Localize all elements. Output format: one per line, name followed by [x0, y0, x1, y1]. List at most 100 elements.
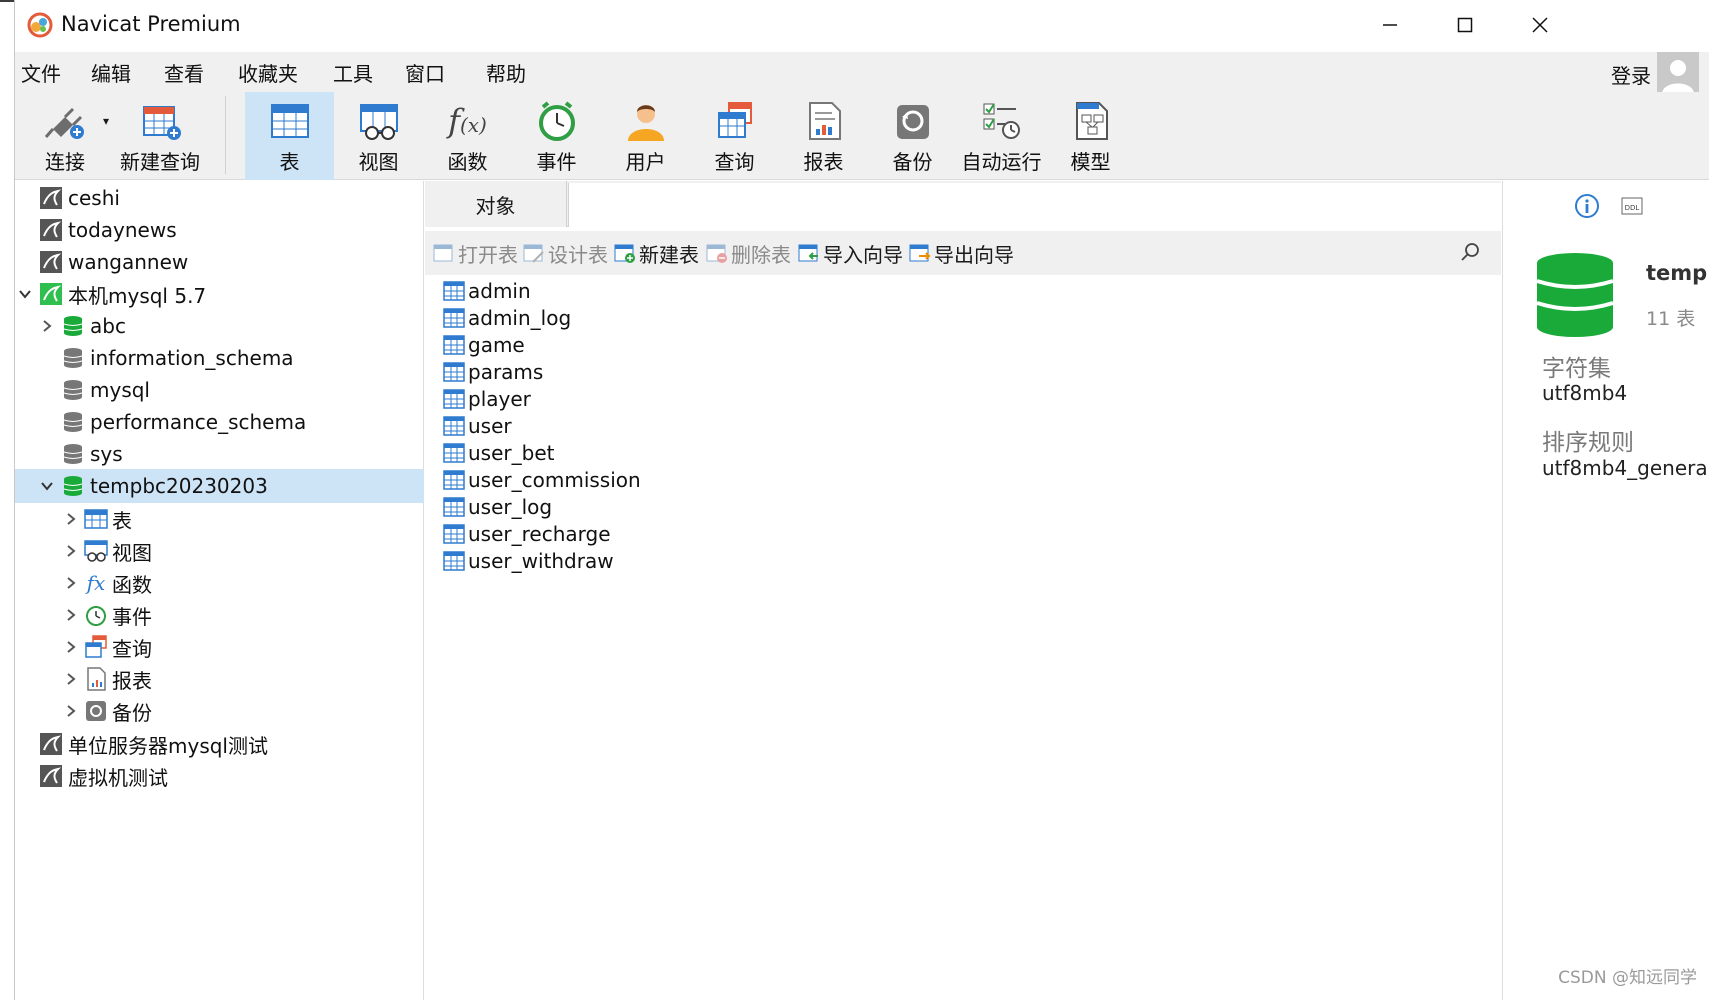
menu-view[interactable]: 查看: [164, 58, 204, 87]
table-item-admin[interactable]: admin: [443, 277, 531, 304]
tree-db-performance-schema[interactable]: performance_schema: [15, 405, 424, 439]
tree-node-views[interactable]: 视图: [15, 534, 424, 568]
tree-connection-work-server[interactable]: 单位服务器mysql测试: [15, 727, 424, 761]
report-button[interactable]: 报表: [779, 92, 868, 180]
charset-label: 字符集: [1542, 356, 1611, 382]
automation-icon: [983, 103, 1020, 139]
table-item-user[interactable]: user: [443, 412, 512, 439]
minimize-button[interactable]: [1370, 6, 1410, 44]
chevron-right-icon[interactable]: [39, 318, 55, 334]
tree-node-tables[interactable]: 表: [15, 502, 424, 536]
new-table-icon: [614, 244, 635, 263]
tree-label: sys: [90, 442, 123, 466]
tree-connection-vm-test[interactable]: 虚拟机测试: [15, 759, 424, 793]
tree-label: 查询: [112, 636, 152, 661]
table-item-user-recharge[interactable]: user_recharge: [443, 520, 611, 547]
table-item-admin-log[interactable]: admin_log: [443, 304, 571, 331]
user-avatar[interactable]: [1657, 52, 1699, 94]
table-item-params[interactable]: params: [443, 358, 543, 385]
tree-db-abc[interactable]: abc: [15, 309, 424, 343]
tree-connection-todaynews[interactable]: todaynews: [15, 213, 424, 247]
info-icon[interactable]: [1574, 193, 1600, 219]
menu-favorites[interactable]: 收藏夹: [238, 58, 298, 87]
navigation-tree: ceshi todaynews wangannew 本机mysql 5.7 ab…: [15, 181, 424, 1000]
tree-db-tempbc20230203[interactable]: tempbc20230203: [15, 469, 424, 503]
menu-file[interactable]: 文件: [21, 58, 61, 87]
tree-connection-ceshi[interactable]: ceshi: [15, 181, 424, 215]
maximize-button[interactable]: [1445, 6, 1485, 44]
tree-label: 备份: [112, 700, 152, 725]
login-link[interactable]: 登录: [1611, 60, 1651, 89]
tree-label: tempbc20230203: [90, 474, 268, 498]
chevron-down-icon[interactable]: [17, 286, 33, 302]
tree-node-queries[interactable]: 查询: [15, 630, 424, 664]
design-table-button[interactable]: 设计表: [523, 239, 608, 267]
ddl-icon[interactable]: DDL: [1621, 195, 1643, 217]
chevron-right-icon[interactable]: [63, 671, 79, 687]
chevron-right-icon[interactable]: [63, 607, 79, 623]
tree-connection-local-mysql[interactable]: 本机mysql 5.7: [15, 277, 424, 311]
design-table-icon: [523, 244, 544, 263]
menu-edit[interactable]: 编辑: [91, 58, 131, 87]
menu-tools[interactable]: 工具: [333, 58, 373, 87]
view-label: 视图: [358, 150, 399, 174]
event-button[interactable]: 事件: [512, 92, 601, 180]
tree-node-backups[interactable]: 备份: [15, 694, 424, 728]
table-item-user-bet[interactable]: user_bet: [443, 439, 554, 466]
chevron-right-icon[interactable]: [63, 543, 79, 559]
tree-node-reports[interactable]: 报表: [15, 662, 424, 696]
table-item-player[interactable]: player: [443, 385, 531, 412]
table-item-user-withdraw[interactable]: user_withdraw: [443, 547, 614, 574]
table-item-user-commission[interactable]: user_commission: [443, 466, 641, 493]
connect-button[interactable]: 连接: [35, 92, 95, 180]
import-wizard-button[interactable]: 导入向导: [798, 239, 903, 267]
delete-table-button[interactable]: 删除表: [706, 239, 791, 267]
chevron-right-icon[interactable]: [63, 575, 79, 591]
menu-help[interactable]: 帮助: [486, 58, 526, 87]
table-name: user: [468, 413, 512, 438]
tree-connection-wangannew[interactable]: wangannew: [15, 245, 424, 279]
tree-db-information-schema[interactable]: information_schema: [15, 341, 424, 375]
close-button[interactable]: [1520, 6, 1560, 44]
tree-node-functions[interactable]: fx 函数: [15, 566, 424, 600]
user-button[interactable]: 用户: [601, 92, 690, 180]
function-button[interactable]: f(x) 函数: [423, 92, 512, 180]
mysql-connection-icon: [39, 218, 63, 242]
view-button[interactable]: 视图: [334, 92, 423, 180]
query-button[interactable]: 查询: [690, 92, 779, 180]
chevron-right-icon[interactable]: [63, 511, 79, 527]
connect-dropdown-icon[interactable]: ▾: [103, 114, 109, 128]
view-icon: [84, 539, 108, 563]
export-wizard-button[interactable]: 导出向导: [909, 239, 1014, 267]
table-item-game[interactable]: game: [443, 331, 525, 358]
tree-node-events[interactable]: 事件: [15, 598, 424, 632]
backup-button[interactable]: 备份: [868, 92, 957, 180]
new-query-label: 新建查询: [120, 150, 200, 174]
navicat-window: Navicat Premium 文件 编辑 查看 收藏夹 工具 窗口 帮助 登录: [14, 0, 1709, 1000]
chevron-right-icon[interactable]: [63, 639, 79, 655]
new-query-button[interactable]: 新建查询: [117, 92, 203, 180]
chevron-right-icon[interactable]: [63, 703, 79, 719]
function-label: 函数: [447, 150, 488, 174]
table-item-user-log[interactable]: user_log: [443, 493, 552, 520]
object-pane: 对象 打开表 设计表 新建表 删除表 导入向导 导出向导 admin admin…: [425, 181, 1501, 1000]
search-icon[interactable]: [1459, 241, 1481, 263]
menu-window[interactable]: 窗口: [405, 58, 445, 87]
new-table-button[interactable]: 新建表: [614, 239, 699, 267]
model-button[interactable]: 模型: [1046, 92, 1135, 180]
chevron-down-icon[interactable]: [39, 478, 55, 494]
open-table-button[interactable]: 打开表: [433, 239, 518, 267]
tree-db-sys[interactable]: sys: [15, 437, 424, 471]
tab-objects[interactable]: 对象: [425, 181, 567, 227]
window-title: Navicat Premium: [61, 12, 241, 36]
function-icon: fx: [86, 571, 106, 595]
tree-db-mysql[interactable]: mysql: [15, 373, 424, 407]
collation-value: utf8mb4_general_: [1542, 456, 1709, 480]
delete-table-label: 删除表: [731, 242, 791, 267]
automation-button[interactable]: 自动运行: [957, 92, 1046, 180]
tree-label: 本机mysql 5.7: [68, 283, 207, 308]
menu-bar: 文件 编辑 查看 收藏夹 工具 窗口 帮助: [15, 52, 1709, 92]
table-icon: [443, 307, 465, 328]
tree-label: 报表: [112, 668, 152, 693]
table-button[interactable]: 表: [245, 92, 334, 180]
